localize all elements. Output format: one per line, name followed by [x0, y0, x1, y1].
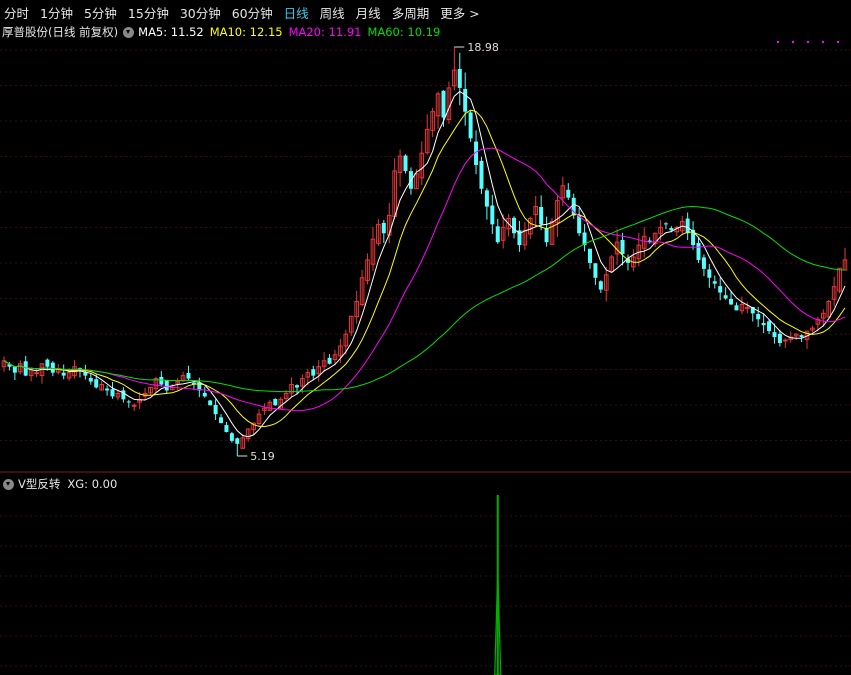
candle-body-down: [772, 332, 777, 338]
candle-body-down: [45, 359, 50, 367]
candle-body-down: [696, 242, 701, 260]
candle-body-down: [110, 389, 115, 397]
candle-body-down: [598, 281, 603, 290]
kline-chart[interactable]: 18.98 5.19: [0, 0, 851, 675]
ma60-line: [3, 205, 846, 393]
candle-body-down: [734, 305, 739, 311]
marker-dot: [792, 41, 794, 43]
candle-body-down: [50, 362, 55, 373]
candle-body-down: [701, 257, 706, 269]
candle-body-down: [235, 438, 240, 444]
candle-body-down: [213, 404, 218, 415]
candle-body-down: [468, 112, 473, 139]
candle-body-down: [94, 379, 99, 388]
candle-body-down: [799, 335, 804, 338]
candle-body-down: [729, 298, 734, 305]
indicator-header: V型反转 XG: 0.00: [0, 476, 851, 492]
candle-body-down: [484, 190, 489, 207]
candle-body-down: [620, 239, 625, 255]
candle-body-down: [61, 372, 66, 376]
candle-body-down: [756, 313, 761, 320]
ma5-line: [3, 90, 846, 438]
candle-body-down: [685, 218, 690, 234]
candle-body-down: [712, 281, 717, 284]
candle-body-down: [544, 228, 549, 243]
candle-body-down: [88, 377, 93, 382]
low-price-label: 5.19: [250, 450, 275, 463]
candle-body-down: [186, 373, 191, 379]
candle-body-down: [463, 88, 468, 112]
candle-body-down: [761, 322, 766, 326]
candle-body-down: [224, 425, 229, 432]
candle-body-down: [202, 392, 207, 397]
candle-body-down: [327, 357, 332, 364]
candle-body-down: [587, 248, 592, 263]
candle-body-down: [219, 417, 224, 424]
candle-body-down: [767, 321, 772, 332]
candle-body-down: [229, 433, 234, 441]
candle-body-down: [381, 222, 386, 234]
marker-dot: [837, 41, 839, 43]
candle-body-down: [663, 223, 668, 225]
candle-body-down: [441, 90, 446, 118]
candle-body-down: [403, 155, 408, 171]
xg-value-label: XG: 0.00: [67, 477, 118, 491]
candle-body-down: [159, 376, 164, 385]
candle-body-down: [566, 189, 571, 198]
candle-body-down: [718, 286, 723, 293]
candle-body-down: [311, 369, 316, 376]
candle-body-down: [164, 380, 169, 391]
candle-body-up: [34, 372, 39, 375]
indicator-toggle-icon[interactable]: [3, 478, 14, 490]
high-price-label: 18.98: [467, 41, 499, 54]
candle-body-down: [126, 401, 131, 403]
marker-dot: [777, 41, 779, 43]
candle-body-down: [723, 295, 728, 299]
candle-body-down: [512, 217, 517, 234]
candle-body-down: [490, 205, 495, 225]
candle-body-down: [593, 263, 598, 278]
candle-body-up: [783, 339, 788, 342]
indicator-title: V型反转: [18, 477, 61, 491]
candle-body-down: [105, 388, 110, 391]
candle-body-down: [12, 366, 17, 373]
candle-body-down: [495, 226, 500, 243]
candle-body-down: [457, 68, 462, 88]
candle-body-down: [669, 228, 674, 231]
candle-body-down: [208, 400, 213, 406]
candle-body-down: [539, 207, 544, 225]
candle-body-down: [707, 269, 712, 278]
candle-body-down: [479, 160, 484, 189]
candle-body-down: [777, 333, 782, 343]
candle-body-down: [273, 398, 278, 406]
marker-dot: [807, 41, 809, 43]
marker-dot: [822, 41, 824, 43]
ma10-line: [3, 109, 846, 428]
candle-body-down: [294, 385, 299, 388]
candle-body-up: [131, 404, 137, 407]
